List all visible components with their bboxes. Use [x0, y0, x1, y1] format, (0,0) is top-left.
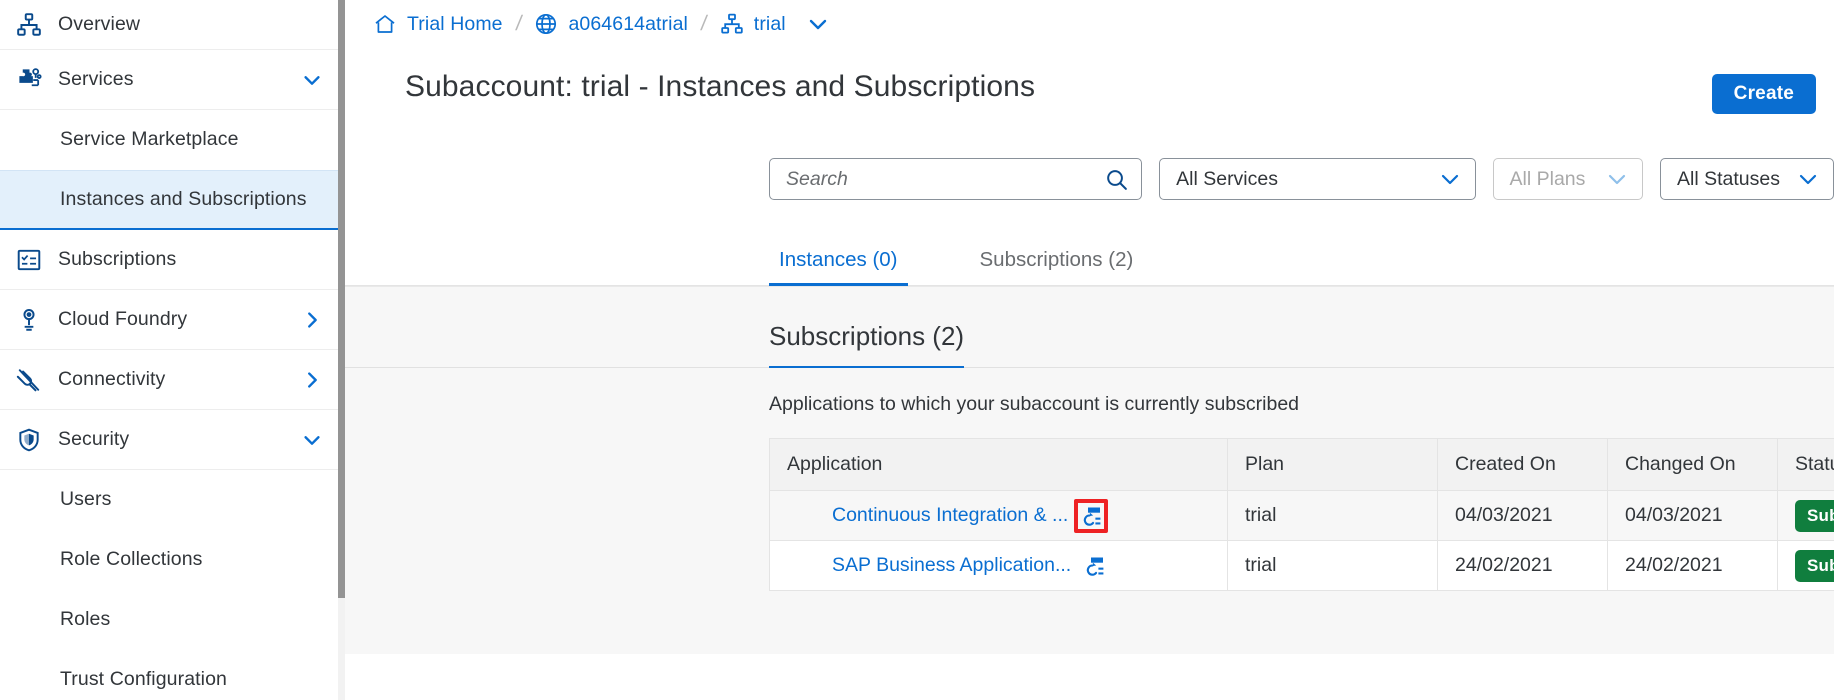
sidebar-item-service-marketplace[interactable]: Service Marketplace	[0, 110, 345, 170]
shield-icon	[14, 425, 44, 455]
tab-bar: Instances (0) Subscriptions (2)	[345, 200, 1834, 286]
breadcrumb-item-trial[interactable]: trial	[720, 12, 786, 36]
sidebar-item-label: Services	[58, 67, 134, 90]
sidebar-item-label: Role Collections	[60, 548, 203, 571]
search-input[interactable]	[786, 167, 1105, 191]
open-in-new-window-icon[interactable]	[1079, 504, 1103, 528]
tab-instances[interactable]: Instances (0)	[769, 248, 908, 286]
breadcrumb-item-trial-home[interactable]: Trial Home	[373, 12, 503, 36]
cell-plan: trial	[1227, 490, 1438, 541]
sidebar-item-users[interactable]: Users	[0, 470, 345, 530]
table-header-row: Application Plan Created On Changed On S…	[769, 438, 1834, 491]
app-root: Overview Services Service Marketplace In…	[0, 0, 1834, 700]
sidebar-scrollbar-thumb[interactable]	[338, 0, 345, 598]
chevron-down-icon[interactable]	[301, 429, 323, 451]
column-header-changed-on[interactable]: Changed On	[1607, 438, 1778, 491]
connectivity-icon	[14, 365, 44, 395]
column-header-plan[interactable]: Plan	[1227, 438, 1438, 491]
section-header: Subscriptions (2)	[345, 287, 1834, 368]
globe-icon	[534, 12, 558, 36]
search-icon[interactable]	[1104, 167, 1129, 192]
all-services-dropdown[interactable]: All Services	[1159, 158, 1476, 200]
breadcrumb-item-a064614atrial[interactable]: a064614atrial	[534, 12, 688, 36]
sidebar-item-label: Security	[58, 427, 130, 450]
dropdown-value: All Statuses	[1677, 167, 1780, 190]
cell-changed-on: 04/03/2021	[1607, 490, 1778, 541]
sidebar-item-connectivity[interactable]: Connectivity	[0, 350, 345, 410]
cell-application: Continuous Integration & ...	[769, 490, 1228, 541]
all-statuses-dropdown[interactable]: All Statuses	[1660, 158, 1834, 200]
sidebar-item-label: Instances and Subscriptions	[60, 187, 307, 210]
table-row[interactable]: SAP Business Application... trial 24/02/…	[769, 540, 1834, 591]
sidebar-item-security[interactable]: Security	[0, 410, 345, 470]
dropdown-value: All Plans	[1509, 167, 1586, 190]
sidebar-item-label: Connectivity	[58, 367, 166, 390]
breadcrumb-label: a064614atrial	[568, 12, 688, 35]
tab-subscriptions[interactable]: Subscriptions (2)	[970, 248, 1144, 285]
cell-application: SAP Business Application...	[769, 540, 1228, 591]
sidebar-item-roles[interactable]: Roles	[0, 590, 345, 650]
checklist-icon	[14, 245, 44, 275]
sidebar-item-label: Overview	[58, 12, 141, 35]
sidebar-item-services[interactable]: Services	[0, 50, 345, 110]
cell-created-on: 04/03/2021	[1437, 490, 1608, 541]
column-header-status[interactable]: Status	[1777, 438, 1834, 491]
cloud-foundry-icon	[14, 305, 44, 335]
sidebar-item-label: Roles	[60, 608, 111, 631]
sidebar-item-label: Users	[60, 488, 112, 511]
sidebar-item-instances-and-subscriptions[interactable]: Instances and Subscriptions	[0, 170, 345, 230]
cell-status: Subscribed	[1777, 540, 1834, 591]
breadcrumb-separator: /	[514, 12, 524, 35]
page-title: Subaccount: trial - Instances and Subscr…	[405, 70, 1036, 103]
subscriptions-section: Subscriptions (2) Applications to which …	[345, 286, 1834, 654]
breadcrumb-label: trial	[753, 12, 786, 35]
status-badge: Subscribed	[1795, 549, 1834, 582]
chevron-down-icon	[1605, 167, 1629, 191]
open-in-new-window-icon[interactable]	[1082, 554, 1106, 578]
table-row[interactable]: Continuous Integration & ... trial 04/03…	[769, 490, 1834, 541]
breadcrumb-label: Trial Home	[407, 12, 503, 35]
chevron-down-icon[interactable]	[1796, 167, 1820, 191]
application-link[interactable]: SAP Business Application...	[832, 554, 1071, 577]
sidebar-item-overview[interactable]: Overview	[0, 0, 345, 50]
puzzle-icon	[14, 65, 44, 95]
home-icon	[373, 12, 397, 36]
chevron-right-icon[interactable]	[301, 309, 323, 331]
sidebar-item-label: Cloud Foundry	[58, 307, 188, 330]
cell-created-on: 24/02/2021	[1437, 540, 1608, 591]
filter-bar: All Services All Plans All Statuses	[345, 114, 1834, 200]
column-header-created-on[interactable]: Created On	[1437, 438, 1608, 491]
sidebar-item-label: Trust Configuration	[60, 668, 228, 691]
sidebar-item-cloud-foundry[interactable]: Cloud Foundry	[0, 290, 345, 350]
sidebar-item-trust-configuration[interactable]: Trust Configuration	[0, 650, 345, 700]
chevron-down-icon[interactable]	[1438, 167, 1462, 191]
section-description: Applications to which your subaccount is…	[769, 393, 1300, 415]
dropdown-value: All Services	[1176, 167, 1278, 190]
cell-status: Subscribed	[1777, 490, 1834, 541]
sidebar-item-label: Service Marketplace	[60, 128, 239, 151]
sidebar: Overview Services Service Marketplace In…	[0, 0, 345, 700]
cell-changed-on: 24/02/2021	[1607, 540, 1778, 591]
page-header: Subaccount: trial - Instances and Subscr…	[345, 48, 1834, 114]
sidebar-item-subscriptions[interactable]: Subscriptions	[0, 230, 345, 290]
main-content: Trial Home / a064614atrial / trial Subac…	[345, 0, 1834, 700]
status-badge: Subscribed	[1795, 499, 1834, 532]
application-link[interactable]: Continuous Integration & ...	[832, 504, 1068, 527]
sidebar-item-role-collections[interactable]: Role Collections	[0, 530, 345, 590]
breadcrumb-separator: /	[699, 12, 709, 35]
org-chart-icon	[14, 10, 44, 40]
create-button[interactable]: Create	[1711, 74, 1816, 114]
subscriptions-table: Application Plan Created On Changed On S…	[769, 438, 1834, 591]
search-field[interactable]	[769, 158, 1143, 200]
column-header-application[interactable]: Application	[769, 438, 1228, 491]
all-plans-dropdown[interactable]: All Plans	[1492, 158, 1644, 200]
section-title: Subscriptions (2)	[769, 321, 965, 368]
chevron-down-icon[interactable]	[301, 69, 323, 91]
chevron-right-icon[interactable]	[301, 369, 323, 391]
breadcrumb: Trial Home / a064614atrial / trial	[345, 0, 1834, 48]
sidebar-item-label: Subscriptions	[58, 247, 177, 270]
breadcrumb-dropdown-chevron-down-icon[interactable]	[806, 12, 830, 36]
cell-plan: trial	[1227, 540, 1438, 591]
org-chart-icon	[720, 12, 744, 36]
